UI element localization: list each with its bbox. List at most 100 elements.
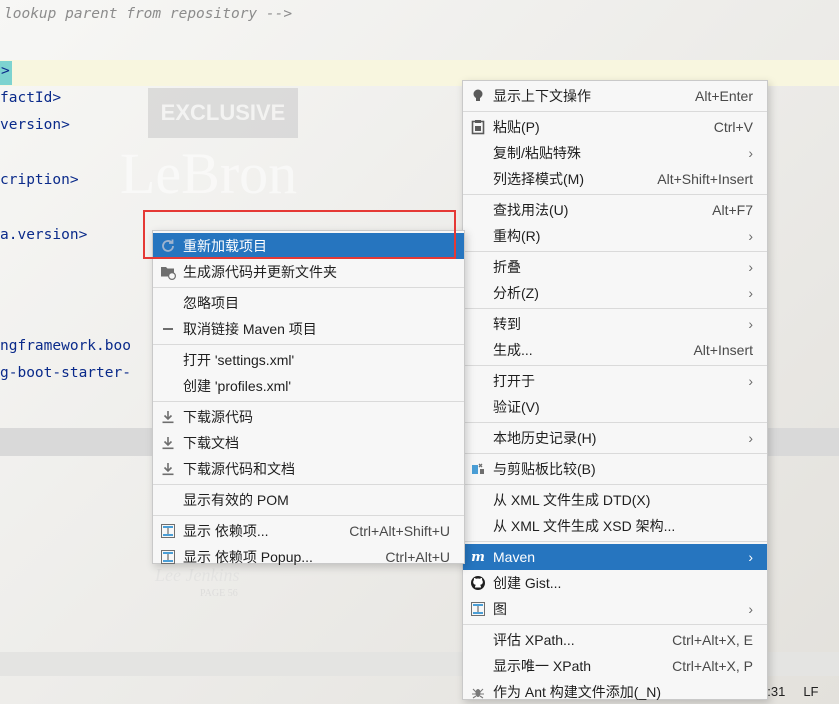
bulb-icon [469, 87, 487, 105]
menu-separator [463, 484, 767, 485]
code-line[interactable]: ngframework.boo [0, 338, 131, 354]
menu-item-label: 评估 XPath... [493, 632, 575, 648]
ant-icon [469, 683, 487, 701]
poster-title-text: LeBron [120, 141, 298, 206]
menu-item-shortcut: Alt+Shift+Insert [657, 171, 753, 187]
menu-item-shortcut: Ctrl+V [713, 119, 753, 135]
menu-separator [153, 401, 464, 402]
menu-item[interactable]: 下载源代码和文档 [153, 456, 464, 482]
chevron-right-icon: › [748, 316, 753, 332]
folder-refresh-icon [159, 263, 177, 281]
menu-item[interactable]: 验证(V) [463, 394, 767, 420]
menu-item-label: 下载源代码和文档 [183, 461, 295, 477]
menu-separator [153, 287, 464, 288]
menu-item-label: 重新加载项目 [183, 238, 267, 254]
maven-submenu: 重新加载项目生成源代码并更新文件夹 忽略项目取消链接 Maven 项目 打开 'se… [152, 230, 465, 565]
menu-item-label: 显示上下文操作 [493, 88, 591, 104]
menu-separator [153, 515, 464, 516]
menu-item-label: 本地历史记录(H) [493, 430, 597, 446]
code-line[interactable]: > [1, 63, 10, 79]
menu-item[interactable]: 本地历史记录(H) › [463, 425, 767, 451]
menu-item-label: 创建 Gist... [493, 575, 562, 591]
menu-item-label: 作为 Ant 构建文件添加(_N) [493, 684, 662, 700]
menu-item-label: 打开 'settings.xml' [183, 352, 295, 368]
menu-item[interactable]: 打开于 › [463, 368, 767, 394]
menu-item[interactable]: 取消链接 Maven 项目 [153, 316, 464, 342]
menu-item[interactable]: 分析(Z) › [463, 280, 767, 306]
download-icon [159, 460, 177, 478]
code-line[interactable]: lookup parent from repository --> [4, 6, 292, 22]
menu-item[interactable]: 重构(R) › [463, 223, 767, 249]
menu-item[interactable]: 作为 Ant 构建文件添加(_N) [463, 679, 767, 704]
download-icon [159, 408, 177, 426]
editor-context-menu: 显示上下文操作 Alt+Enter 粘贴(P) Ctrl+V 复制/粘贴特殊 › 列选择模式… [462, 80, 768, 700]
menu-item-label: 显示 依赖项... [183, 523, 269, 539]
reload-icon [159, 237, 177, 255]
menu-item-label: 下载文档 [183, 435, 239, 451]
menu-item[interactable]: 显示 依赖项... Ctrl+Alt+Shift+U [153, 518, 464, 544]
menu-item[interactable]: 生成... Alt+Insert [463, 337, 767, 363]
chevron-right-icon: › [748, 601, 753, 617]
menu-item-label: 取消链接 Maven 项目 [183, 321, 317, 337]
menu-item[interactable]: 图 › [463, 596, 767, 622]
diagram-icon [159, 548, 177, 566]
code-line[interactable]: factId> [0, 90, 61, 106]
menu-item[interactable]: 从 XML 文件生成 XSD 架构... [463, 513, 767, 539]
github-icon [469, 574, 487, 592]
poster-page-text: PAGE 56 [200, 588, 238, 599]
menu-item-label: 显示 依赖项 Popup... [183, 549, 313, 565]
menu-item[interactable]: 打开 'settings.xml' [153, 347, 464, 373]
menu-item[interactable]: 创建 Gist... [463, 570, 767, 596]
maven-icon: m [471, 549, 485, 565]
menu-item[interactable]: 与剪贴板比较(B) [463, 456, 767, 482]
menu-item[interactable]: 显示有效的 POM [153, 487, 464, 513]
menu-item-label: 下载源代码 [183, 409, 253, 425]
compare-icon [469, 460, 487, 478]
menu-item[interactable]: 查找用法(U) Alt+F7 [463, 197, 767, 223]
menu-item[interactable]: 粘贴(P) Ctrl+V [463, 114, 767, 140]
chevron-right-icon: › [748, 145, 753, 161]
menu-item[interactable]: 转到 › [463, 311, 767, 337]
menu-item-shortcut: Ctrl+Alt+X, E [672, 632, 753, 648]
code-line[interactable]: g-boot-starter- [0, 365, 131, 381]
menu-item-label: 复制/粘贴特殊 [493, 145, 581, 161]
code-line[interactable]: a.version> [0, 227, 87, 243]
menu-item[interactable]: 下载文档 [153, 430, 464, 456]
menu-item[interactable]: 显示 依赖项 Popup... Ctrl+Alt+U [153, 544, 464, 570]
menu-item[interactable]: 忽略项目 [153, 290, 464, 316]
menu-item-label: 折叠 [493, 259, 521, 275]
menu-item-label: 验证(V) [493, 399, 540, 415]
status-bar: 1:31 LF [760, 684, 839, 704]
menu-separator [463, 624, 767, 625]
menu-item[interactable]: 从 XML 文件生成 DTD(X) [463, 487, 767, 513]
menu-item[interactable]: 复制/粘贴特殊 › [463, 140, 767, 166]
menu-item-label: 生成源代码并更新文件夹 [183, 264, 337, 280]
menu-item[interactable]: 显示唯一 XPath Ctrl+Alt+X, P [463, 653, 767, 679]
menu-item[interactable]: m Maven › [463, 544, 767, 570]
menu-item-shortcut: Ctrl+Alt+Shift+U [349, 523, 450, 539]
menu-separator [463, 453, 767, 454]
menu-item[interactable]: 列选择模式(M) Alt+Shift+Insert [463, 166, 767, 192]
menu-item[interactable]: 生成源代码并更新文件夹 [153, 259, 464, 285]
menu-item-label: 分析(Z) [493, 285, 539, 301]
menu-item[interactable]: 评估 XPath... Ctrl+Alt+X, E [463, 627, 767, 653]
code-line[interactable]: version> [0, 117, 70, 133]
diagram-icon [159, 522, 177, 540]
menu-item[interactable]: 显示上下文操作 Alt+Enter [463, 83, 767, 109]
menu-item-label: 粘贴(P) [493, 119, 540, 135]
chevron-right-icon: › [748, 373, 753, 389]
menu-item-label: 列选择模式(M) [493, 171, 584, 187]
menu-item[interactable]: 折叠 › [463, 254, 767, 280]
menu-item[interactable]: 创建 'profiles.xml' [153, 373, 464, 399]
menu-item-label: 忽略项目 [183, 295, 239, 311]
chevron-right-icon: › [748, 549, 753, 565]
code-line[interactable]: cription> [0, 172, 79, 188]
menu-separator [463, 251, 767, 252]
menu-separator [463, 308, 767, 309]
menu-item[interactable]: 下载源代码 [153, 404, 464, 430]
chevron-right-icon: › [748, 285, 753, 301]
menu-item[interactable]: 重新加载项目 [153, 233, 464, 259]
menu-item-label: 从 XML 文件生成 DTD(X) [493, 492, 651, 508]
chevron-right-icon: › [748, 259, 753, 275]
line-ending[interactable]: LF [803, 684, 818, 704]
